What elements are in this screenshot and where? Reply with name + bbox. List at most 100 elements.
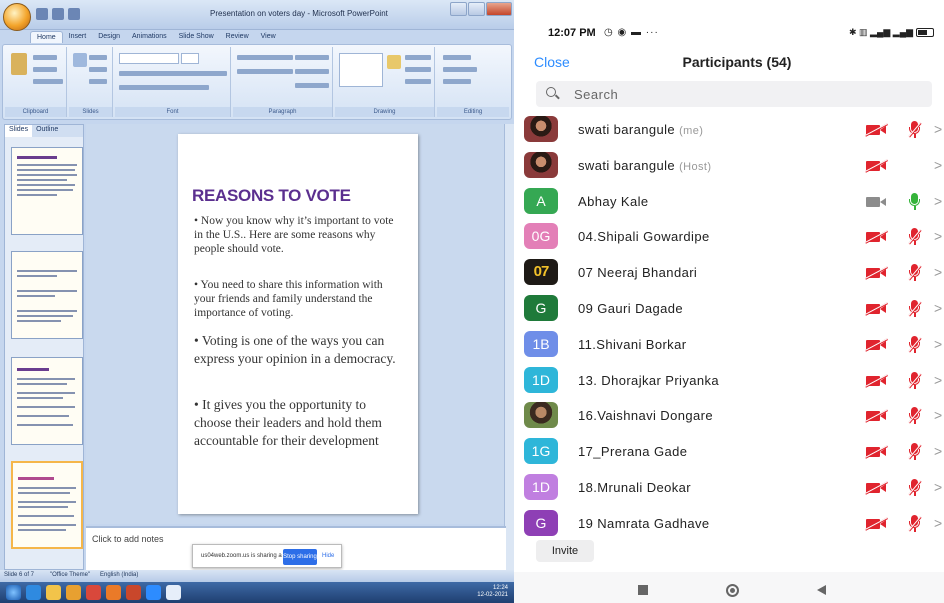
participant-row[interactable]: 0G 04.Shipali Gowardipe > bbox=[514, 219, 944, 255]
tab-design[interactable]: Design bbox=[92, 31, 126, 43]
chrome-icon[interactable] bbox=[86, 585, 101, 600]
participant-row[interactable]: 07 07 Neeraj Bhandari > bbox=[514, 255, 944, 291]
participant-row[interactable]: swati barangule (me) > bbox=[514, 112, 944, 148]
tab-insert[interactable]: Insert bbox=[63, 31, 93, 43]
video-off-icon bbox=[864, 373, 889, 388]
drawing-group: Drawing bbox=[335, 47, 435, 117]
video-on-icon bbox=[866, 196, 888, 208]
media-icon[interactable] bbox=[66, 585, 81, 600]
mic-muted-icon bbox=[907, 228, 923, 246]
start-icon[interactable] bbox=[6, 585, 21, 600]
avatar bbox=[524, 151, 558, 178]
save-icon[interactable] bbox=[36, 8, 48, 20]
font-size-field[interactable] bbox=[181, 53, 199, 64]
notes-placeholder: Click to add notes bbox=[92, 534, 164, 544]
font-name-field[interactable] bbox=[119, 53, 179, 64]
arrange-icon[interactable] bbox=[387, 55, 401, 69]
tab-slides[interactable]: Slides bbox=[5, 125, 33, 137]
participant-row[interactable]: 1B 11.Shivani Borkar > bbox=[514, 327, 944, 363]
search-input[interactable]: Search bbox=[536, 81, 932, 107]
avatar: 1G bbox=[524, 438, 558, 465]
status-time: 12:07 PM bbox=[548, 27, 596, 39]
office-button[interactable] bbox=[3, 3, 31, 31]
chevron-right-icon: > bbox=[934, 335, 943, 352]
slide-thumbnail-selected[interactable] bbox=[11, 461, 83, 549]
tab-slide-show[interactable]: Slide Show bbox=[173, 31, 220, 43]
recent-apps-icon[interactable] bbox=[638, 585, 648, 595]
document-icon[interactable] bbox=[166, 585, 181, 600]
slide-thumbnail[interactable] bbox=[11, 357, 83, 445]
participant-role-tag: (Host) bbox=[679, 160, 712, 173]
ie-icon[interactable] bbox=[26, 585, 41, 600]
avatar bbox=[524, 402, 558, 429]
participant-name-text: 17_Prerana Gade bbox=[578, 444, 688, 460]
signal-battery-icons: ✱ ▥ ▂▄▆ ▂▄▆ bbox=[849, 27, 934, 38]
participant-row[interactable]: 16.Vaishnavi Dongare > bbox=[514, 398, 944, 434]
slide-bullet: • It gives you the opportunity to choose… bbox=[194, 397, 382, 448]
participant-row[interactable]: 1D 18.Mrunali Deokar > bbox=[514, 470, 944, 506]
undo-icon[interactable] bbox=[52, 8, 64, 20]
clock-date: 12-02-2021 bbox=[477, 592, 508, 598]
clock: 12:24 12-02-2021 bbox=[477, 585, 508, 599]
slide-bullet: • Now you know why it’s important to vot… bbox=[194, 215, 394, 255]
invite-button[interactable]: Invite bbox=[536, 540, 594, 562]
back-icon[interactable] bbox=[817, 585, 826, 595]
participant-name: 16.Vaishnavi Dongare bbox=[578, 408, 713, 423]
mic-muted-icon bbox=[907, 264, 923, 282]
mic-muted-icon bbox=[907, 478, 923, 497]
folder-icon[interactable] bbox=[46, 585, 61, 600]
slide-thumbnail[interactable] bbox=[11, 251, 83, 339]
redo-icon[interactable] bbox=[68, 8, 80, 20]
current-slide[interactable]: REASONS TO VOTE • Now you know why it’s … bbox=[178, 134, 418, 514]
tab-review[interactable]: Review bbox=[220, 31, 255, 43]
close-window-button[interactable] bbox=[486, 2, 512, 16]
participant-row[interactable]: 1G 17_Prerana Gade > bbox=[514, 434, 944, 470]
slide-counter: Slide 6 of 7 bbox=[4, 572, 35, 578]
clock-time: 12:24 bbox=[492, 585, 508, 591]
mic-muted-icon bbox=[907, 335, 923, 354]
vertical-scrollbar[interactable] bbox=[504, 124, 514, 570]
notes-pane[interactable]: Click to add notes us04web.zoom.us is sh… bbox=[86, 526, 506, 570]
mic-muted-icon bbox=[907, 121, 923, 139]
participant-name-text: 09 Gauri Dagade bbox=[578, 300, 684, 316]
participants-header: Participants (54) Close bbox=[514, 48, 944, 76]
minimize-button[interactable] bbox=[450, 2, 467, 16]
participant-row[interactable]: swati barangule (Host) > bbox=[514, 148, 944, 184]
slide-editing-area: REASONS TO VOTE • Now you know why it’s … bbox=[86, 124, 506, 524]
tab-view[interactable]: View bbox=[255, 31, 282, 43]
slide-thumbnail[interactable] bbox=[11, 147, 83, 235]
video-off-icon bbox=[864, 517, 889, 531]
drawing-label: Drawing bbox=[335, 107, 434, 117]
chevron-right-icon: > bbox=[934, 371, 943, 388]
home-icon[interactable] bbox=[726, 584, 739, 597]
participant-row[interactable]: G 19 Namrata Gadhave > bbox=[514, 506, 944, 542]
powerpoint-icon[interactable] bbox=[126, 585, 141, 600]
tab-home[interactable]: Home bbox=[30, 31, 63, 43]
paste-icon[interactable] bbox=[11, 53, 27, 75]
firefox-icon[interactable] bbox=[106, 585, 121, 600]
tab-animations[interactable]: Animations bbox=[126, 31, 173, 43]
maximize-button[interactable] bbox=[468, 2, 485, 16]
participant-row[interactable]: 1D 13. Dhorajkar Priyanka > bbox=[514, 363, 944, 399]
tab-outline[interactable]: Outline bbox=[32, 125, 62, 137]
participant-name-text: swati barangule bbox=[578, 157, 676, 173]
avatar bbox=[524, 116, 558, 142]
close-button[interactable]: Close bbox=[534, 54, 570, 70]
stop-sharing-button[interactable]: Stop sharing bbox=[283, 549, 317, 565]
participant-row[interactable]: G 09 Gauri Dagade > bbox=[514, 291, 944, 327]
participant-name-text: 13. Dhorajkar Priyanka bbox=[578, 372, 720, 388]
zoom-icon[interactable] bbox=[146, 585, 161, 600]
avatar: G bbox=[524, 509, 558, 536]
screen-root: Presentation on voters day - Microsoft P… bbox=[0, 0, 944, 603]
search-placeholder: Search bbox=[574, 87, 619, 102]
chevron-right-icon: > bbox=[934, 264, 943, 281]
new-slide-icon[interactable] bbox=[73, 53, 87, 67]
participant-row[interactable]: A Abhay Kale > bbox=[514, 184, 944, 220]
mic-muted-icon bbox=[907, 371, 923, 390]
chevron-right-icon: > bbox=[934, 228, 943, 245]
window-title: Presentation on voters day - Microsoft P… bbox=[210, 9, 388, 18]
participant-name: 11.Shivani Borkar bbox=[578, 337, 686, 352]
participant-name-text: 16.Vaishnavi Dongare bbox=[578, 408, 713, 424]
hide-link[interactable]: Hide bbox=[322, 553, 334, 559]
shapes-gallery[interactable] bbox=[339, 53, 383, 87]
